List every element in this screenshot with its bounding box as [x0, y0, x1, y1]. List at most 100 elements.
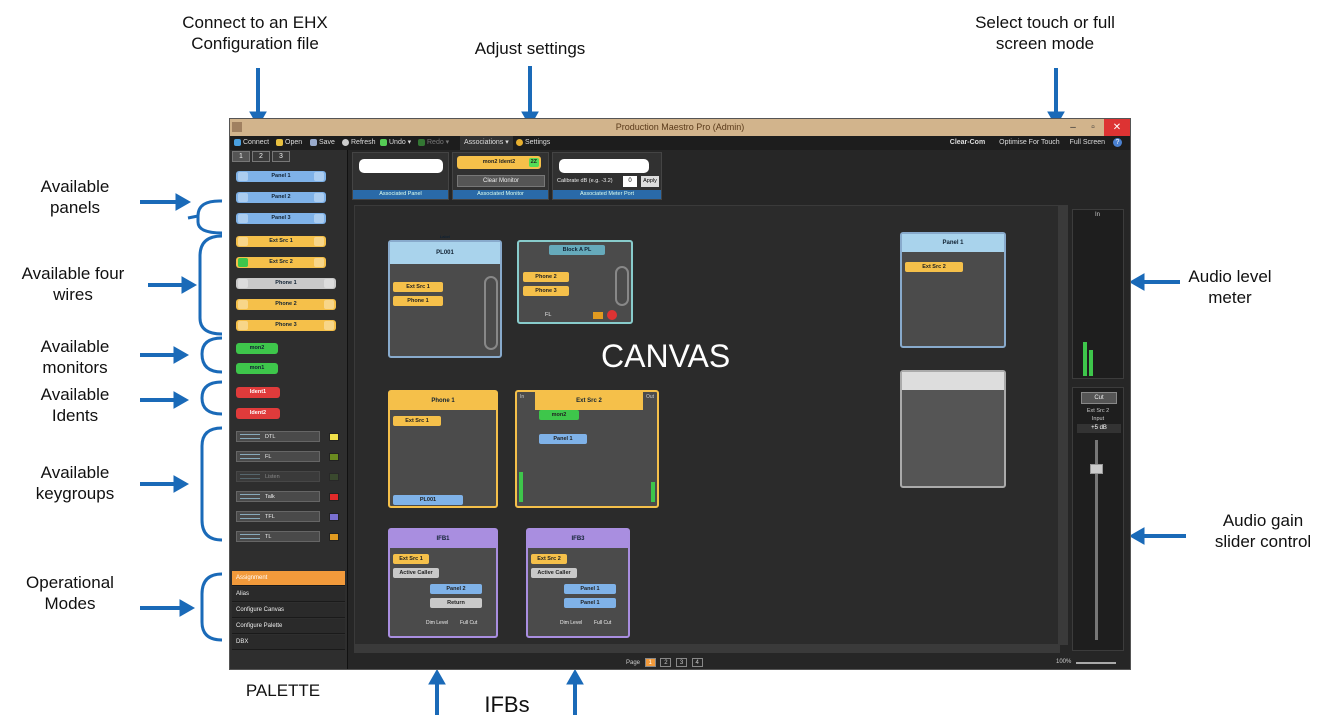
panel-panel-1[interactable]: Panel 1 Ext Src 2 [900, 232, 1006, 348]
partyline-block-a[interactable]: Block A PL Phone 2 Phone 3 FL [517, 240, 633, 324]
palette-fourwire-ext-src-1[interactable]: Ext Src 1 [236, 236, 326, 247]
palette-fourwire-phone-3[interactable]: Phone 3 [236, 320, 336, 331]
block-a-row-phone-2[interactable]: Phone 2 [523, 272, 569, 282]
fourwire-phone-1[interactable]: Phone 1 Ext Src 1 PL001 [388, 390, 498, 508]
extsrc2-monitor-chip[interactable]: mon2 [539, 410, 579, 420]
extsrc2-row-panel-1[interactable]: Panel 1 [539, 434, 587, 444]
apply-button[interactable]: Apply [641, 176, 659, 187]
ifb3-dim-level[interactable]: Dim Level [560, 620, 582, 626]
help-icon[interactable]: ? [1113, 138, 1122, 147]
annotation-adjust-settings: Adjust settings [474, 39, 586, 58]
block-a-remove-icon[interactable] [607, 310, 617, 320]
ifb-ifb3[interactable]: IFB3 Ext Src 2 Active Caller Panel 1 Pan… [526, 528, 630, 638]
palette: 1 2 3 Panel 1 Panel 2 Panel 3 Ext Src 1 … [230, 150, 348, 669]
associated-meter-label: Associated Meter Port [553, 190, 661, 199]
ifb1-caller[interactable]: Active Caller [393, 568, 439, 578]
cut-button[interactable]: Cut [1081, 392, 1117, 404]
monitor-chip[interactable]: mon2 Ident2 2Z [457, 156, 541, 169]
annotation-idents: Available Idents [40, 385, 110, 425]
ifb1-dim-level[interactable]: Dim Level [426, 620, 448, 626]
associations-button[interactable]: Associations ▾ [460, 136, 513, 150]
ifb3-src[interactable]: Ext Src 2 [531, 554, 567, 564]
keygroup-tl[interactable]: TL [236, 531, 339, 542]
minimize-button[interactable]: – [1064, 119, 1082, 136]
palette-fourwire-ext-src-2[interactable]: Ext Src 2 [236, 257, 326, 268]
phone1-foot-pl001[interactable]: PL001 [393, 495, 463, 505]
fourwire-ext-src-2[interactable]: Ext Src 2 mon2 Panel 1 In Out [515, 390, 659, 508]
save-icon [310, 138, 317, 146]
palette-tab-2[interactable]: 2 [252, 151, 270, 162]
panel1-row-ext-src-2[interactable]: Ext Src 2 [905, 262, 963, 272]
close-button[interactable]: ✕ [1104, 119, 1130, 136]
maximize-button[interactable]: ▫ [1084, 119, 1102, 136]
mode-dbx[interactable]: DBX [232, 635, 345, 650]
redo-button[interactable]: Redo ▾ [418, 136, 449, 150]
annotation-monitors: Available monitors [40, 337, 110, 377]
palette-ident-2[interactable]: Ident2 [236, 408, 280, 419]
page-1-button[interactable]: 1 [644, 658, 656, 667]
ifb1-return[interactable]: Return [430, 598, 482, 608]
palette-tabs: 1 2 3 [230, 150, 348, 162]
keygroup-tfl[interactable]: TFL [236, 511, 339, 522]
ifb3-caller[interactable]: Active Caller [531, 568, 577, 578]
palette-monitor-mon1[interactable]: mon1 [236, 363, 278, 374]
undo-button[interactable]: Undo ▾ [380, 136, 411, 150]
optimize-touch-button[interactable]: Optimise For Touch [999, 139, 1060, 146]
window-title: Production Maestro Pro (Admin) [615, 122, 745, 132]
mode-assignment[interactable]: Assignment [232, 571, 345, 586]
gain-source: Ext Src 2 [1086, 408, 1110, 414]
page-3-button[interactable]: 3 [676, 658, 688, 667]
mode-configure-canvas[interactable]: Configure Canvas [232, 603, 345, 618]
settings-button[interactable]: Settings [516, 136, 550, 150]
pl001-row-phone-1[interactable]: Phone 1 [393, 296, 443, 306]
panel-empty[interactable] [900, 370, 1006, 488]
block-a-row-phone-3[interactable]: Phone 3 [523, 286, 569, 296]
page-2-button[interactable]: 2 [660, 658, 672, 667]
ifb3-full-cut[interactable]: Full Cut [594, 620, 611, 626]
keygroup-talk[interactable]: Talk [236, 491, 339, 502]
ifb-ifb1[interactable]: IFB1 Ext Src 1 Active Caller Panel 2 Ret… [388, 528, 498, 638]
pl001-row-ext-src-1[interactable]: Ext Src 1 [393, 282, 443, 292]
annotation-select-mode: Select touch or full screen mode [975, 13, 1115, 53]
canvas-vertical-scrollbar[interactable] [1058, 205, 1068, 645]
palette-panel-3[interactable]: Panel 3 [236, 213, 326, 224]
gain-slider-thumb[interactable] [1090, 464, 1103, 474]
connect-button[interactable]: Connect [234, 136, 269, 150]
palette-panel-1[interactable]: Panel 1 [236, 171, 326, 182]
ifb1-dest[interactable]: Panel 2 [430, 584, 482, 594]
ifb1-src[interactable]: Ext Src 1 [393, 554, 429, 564]
ifb1-full-cut[interactable]: Full Cut [460, 620, 477, 626]
canvas[interactable]: CANVAS PL001 Label Ext Src 1 Phone 1 Blo… [354, 205, 1060, 645]
palette-ident-1[interactable]: Ident1 [236, 387, 280, 398]
palette-fourwire-phone-2[interactable]: Phone 2 [236, 299, 336, 310]
save-button[interactable]: Save [310, 136, 335, 150]
calibrate-input[interactable]: 0 [623, 176, 637, 187]
ifb3-dest[interactable]: Panel 1 [564, 584, 616, 594]
palette-tab-1[interactable]: 1 [232, 151, 250, 162]
palette-fourwire-phone-1[interactable]: Phone 1 [236, 278, 336, 289]
panel1-header: Panel 1 [902, 234, 1004, 252]
keygroup-listen[interactable]: Listen [236, 471, 339, 482]
palette-monitor-mon2[interactable]: mon2 [236, 343, 278, 354]
zoom-slider[interactable] [1076, 662, 1116, 664]
associated-meter-field[interactable] [559, 159, 649, 173]
keygroup-dtl[interactable]: DTL [236, 431, 339, 442]
keygroup-fl[interactable]: FL [236, 451, 339, 462]
ifb3-dest-2[interactable]: Panel 1 [564, 598, 616, 608]
annotation-modes: Operational Modes [26, 573, 114, 613]
phone1-row-ext-src-1[interactable]: Ext Src 1 [393, 416, 441, 426]
gain-input-label: Input [1091, 416, 1105, 422]
gear-icon [516, 138, 523, 146]
mode-configure-palette[interactable]: Configure Palette [232, 619, 345, 634]
full-screen-button[interactable]: Full Screen [1070, 139, 1105, 146]
partyline-pl001[interactable]: PL001 Label Ext Src 1 Phone 1 [388, 234, 502, 358]
canvas-horizontal-scrollbar[interactable] [354, 645, 1060, 653]
open-button[interactable]: Open [276, 136, 302, 150]
palette-panel-2[interactable]: Panel 2 [236, 192, 326, 203]
clear-monitor-button[interactable]: Clear Monitor [457, 175, 545, 187]
page-4-button[interactable]: 4 [691, 658, 703, 667]
refresh-button[interactable]: Refresh [342, 136, 376, 150]
associated-panel-field[interactable] [359, 159, 443, 173]
palette-tab-3[interactable]: 3 [272, 151, 290, 162]
mode-alias[interactable]: Alias [232, 587, 345, 602]
